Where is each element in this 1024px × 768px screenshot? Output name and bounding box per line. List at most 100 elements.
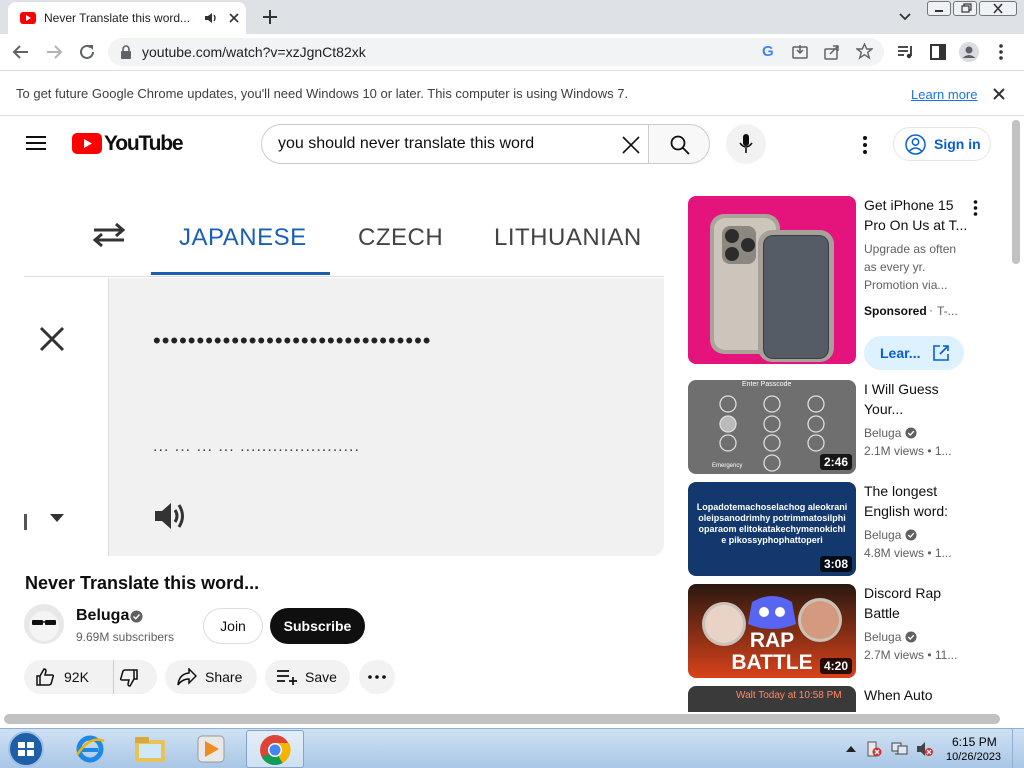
video-player[interactable]: JAPANESE CZECH LITHUANIAN ••••••••••••••… — [24, 194, 664, 556]
video-channel[interactable]: Beluga — [864, 528, 901, 542]
ad-cta-label: Lear... — [880, 345, 921, 361]
selected-language-underline — [151, 272, 330, 275]
chrome-icon — [259, 734, 291, 766]
browser-toolbar: youtube.com/watch?v=xzJgnCt82xk G — [0, 34, 1024, 70]
search-field[interactable]: you should never translate this word — [261, 124, 649, 164]
language-tab-lithuanian: LITHUANIAN — [494, 224, 642, 251]
playlist-add-icon — [276, 669, 298, 685]
channel-avatar[interactable] — [24, 604, 64, 644]
ad-more-icon[interactable] — [973, 200, 978, 216]
video-thumbnail[interactable]: Walt Today at 10:58 PM — [688, 686, 856, 712]
show-desktop-button[interactable] — [1012, 729, 1024, 768]
media-player-icon[interactable] — [196, 734, 226, 764]
file-explorer-icon[interactable] — [134, 734, 166, 764]
more-actions-button[interactable] — [359, 660, 395, 694]
bookmark-star-icon[interactable] — [856, 43, 873, 60]
clear-text-icon — [39, 326, 65, 352]
video-meta: 2.1M views • 1... — [864, 444, 952, 458]
save-label: Save — [305, 669, 337, 685]
share-label: Share — [205, 669, 243, 685]
share-button[interactable]: Share — [165, 660, 257, 694]
sponsored-label: Sponsored — [864, 304, 927, 318]
internet-explorer-icon[interactable] — [74, 733, 106, 765]
search-input[interactable]: you should never translate this word — [278, 135, 534, 153]
google-icon[interactable]: G — [762, 43, 774, 60]
action-center-icon[interactable] — [866, 741, 882, 757]
share-page-icon[interactable] — [824, 44, 840, 60]
network-icon[interactable] — [891, 741, 909, 757]
speaker-listen-icon — [153, 500, 187, 532]
thumbnail-text: RAP BATTLE — [731, 629, 813, 674]
voice-search-button[interactable] — [726, 124, 766, 164]
ad-dot-separator: · — [929, 303, 933, 317]
minimize-icon[interactable] — [927, 1, 951, 16]
tab-close-icon[interactable] — [228, 12, 240, 24]
search-icon — [670, 135, 690, 155]
swap-languages-icon — [92, 222, 126, 248]
forward-arrow-icon[interactable] — [45, 44, 63, 60]
ad-thumbnail[interactable] — [688, 196, 856, 364]
subscriber-count: 9.69M subscribers — [76, 630, 175, 644]
settings-more-icon[interactable] — [862, 136, 868, 154]
ad-title[interactable]: Get iPhone 15 Pro On Us at T... — [864, 195, 969, 235]
profile-avatar-icon[interactable] — [959, 42, 979, 62]
browser-tab[interactable]: Never Translate this word... - — [8, 2, 246, 34]
side-panel-icon[interactable] — [930, 44, 946, 60]
translator-left-column — [24, 278, 109, 556]
video-title[interactable]: I Will Guess Your... — [864, 379, 964, 419]
chrome-menu-icon[interactable] — [998, 44, 1004, 60]
vertical-scrollbar[interactable] — [1012, 120, 1020, 264]
restore-icon[interactable] — [953, 1, 977, 16]
show-hidden-icons-icon[interactable] — [846, 745, 856, 752]
new-tab-icon[interactable] — [262, 9, 278, 25]
clear-search-icon[interactable] — [622, 136, 640, 154]
tab-search-chevron-icon[interactable] — [898, 12, 912, 22]
like-button[interactable]: 92K — [24, 660, 114, 694]
media-control-icon[interactable] — [897, 44, 915, 60]
chrome-taskbar-button[interactable] — [246, 730, 304, 768]
lock-icon[interactable] — [120, 45, 132, 59]
search-button[interactable] — [648, 124, 710, 164]
video-thumbnail[interactable]: Lopadotemachoselachog aleokranioleipsano… — [688, 482, 856, 576]
subscribe-button[interactable]: Subscribe — [270, 608, 365, 644]
video-thumbnail[interactable]: Enter Passcode Emergency 2:46 — [688, 380, 856, 474]
sign-in-button[interactable]: Sign in — [893, 127, 991, 161]
video-duration: 4:20 — [819, 658, 852, 674]
windows-taskbar: 6:15 PM 10/26/2023 — [0, 728, 1024, 768]
learn-more-link[interactable]: Learn more — [911, 87, 977, 102]
video-divider — [24, 276, 664, 277]
back-arrow-icon[interactable] — [12, 44, 30, 60]
thumbnail-footer: Emergency — [712, 463, 743, 469]
video-title[interactable]: The longest English word: — [864, 481, 964, 521]
horizontal-scrollbar[interactable] — [4, 714, 1000, 724]
hamburger-menu-icon[interactable] — [26, 135, 46, 151]
speaker-icon[interactable] — [204, 11, 218, 25]
install-app-icon[interactable] — [792, 44, 808, 60]
video-channel[interactable]: Beluga — [864, 630, 901, 644]
reload-icon[interactable] — [78, 43, 96, 61]
ad-description: Upgrade as often as every yr. Promotion … — [864, 242, 957, 292]
video-title[interactable]: Discord Rap Battle — [864, 583, 964, 623]
account-circle-icon — [905, 134, 926, 155]
join-button[interactable]: Join — [203, 608, 263, 644]
infobar-close-icon[interactable] — [993, 88, 1005, 100]
volume-muted-icon[interactable] — [916, 741, 934, 757]
ad-cta-button[interactable]: Lear... — [864, 336, 964, 370]
video-channel[interactable]: Beluga — [864, 426, 901, 440]
video-duration: 2:46 — [819, 454, 852, 470]
share-arrow-icon — [177, 668, 197, 686]
channel-name[interactable]: Beluga — [76, 607, 129, 625]
thumbs-up-icon — [35, 667, 55, 687]
start-button-icon[interactable] — [6, 730, 46, 768]
window-close-icon[interactable] — [979, 1, 1017, 16]
video-thumbnail[interactable]: RAP BATTLE 4:20 — [688, 584, 856, 678]
save-button[interactable]: Save — [265, 660, 350, 694]
clock-date[interactable]: 10/26/2023 — [946, 751, 1001, 763]
video-meta: 2.7M views • 11... — [864, 648, 958, 662]
clock-time[interactable]: 6:15 PM — [952, 735, 997, 749]
open-external-icon — [932, 344, 950, 362]
video-title[interactable]: When Auto — [864, 685, 964, 705]
address-bar[interactable]: youtube.com/watch?v=xzJgnCt82xk G — [108, 38, 884, 66]
thumbs-down-icon[interactable] — [119, 668, 139, 688]
youtube-favicon-icon — [20, 12, 36, 24]
